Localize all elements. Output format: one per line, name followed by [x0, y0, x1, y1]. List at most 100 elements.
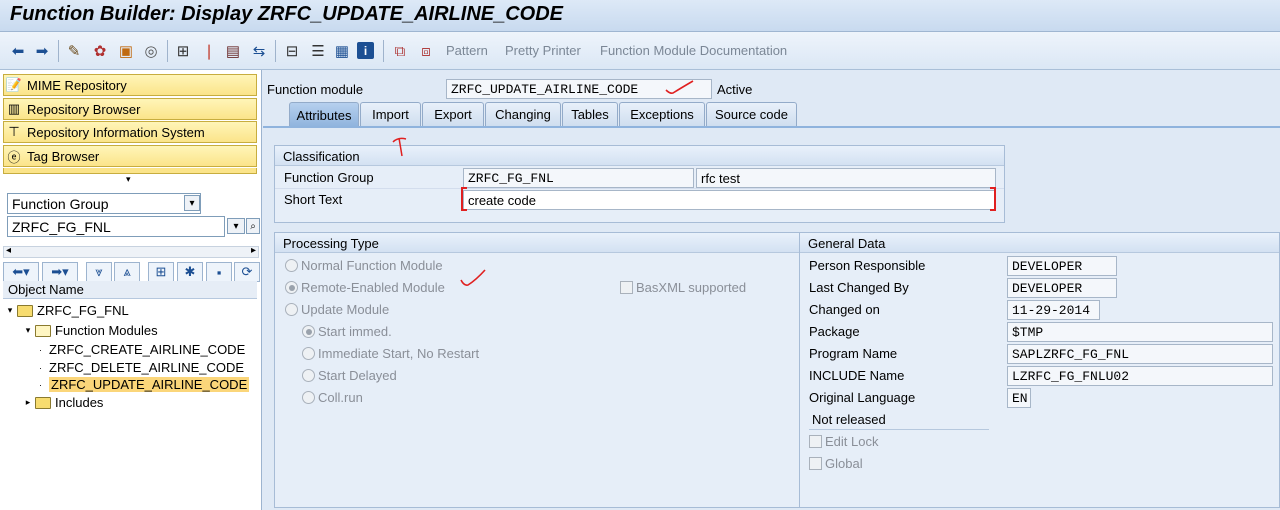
list-icon[interactable]: ▦ [332, 41, 352, 61]
display-icon[interactable]: ⌕ [246, 218, 260, 234]
stack-icon[interactable]: ☰ [308, 41, 328, 61]
display-change-icon[interactable]: ✎ [64, 41, 84, 61]
changed-on-label: Changed on [809, 302, 880, 317]
last-changed-by-label: Last Changed By [809, 280, 909, 295]
info-system-icon: ⊤ [8, 124, 20, 139]
general-data-title: General Data [800, 233, 1279, 253]
main-area: Function module ZRFC_UPDATE_AIRLINE_CODE… [263, 70, 1280, 510]
repository-browser-icon: ▥ [7, 101, 21, 116]
pretty-printer-button[interactable]: Pretty Printer [505, 43, 581, 58]
collapse-icon[interactable]: ⩓ [114, 262, 140, 282]
other-object-icon[interactable]: ◎ [141, 41, 161, 61]
folder-icon [17, 304, 33, 317]
processing-type-group: Processing Type Normal Function Module R… [274, 232, 800, 508]
chevron-right-icon[interactable]: ▸ [21, 397, 35, 408]
release-status-text: Not released [812, 412, 886, 427]
function-group-label: Function Group [284, 170, 374, 185]
navigate-icon[interactable]: ❘ [199, 41, 219, 61]
chevron-down-icon[interactable]: ▾ [3, 305, 17, 316]
tab-source-code[interactable]: Source code [706, 102, 797, 126]
dropdown-icon[interactable]: ▾ [227, 218, 245, 234]
last-changed-by-field: DEVELOPER [1007, 278, 1117, 298]
tab-exceptions[interactable]: Exceptions [619, 102, 705, 126]
radio-remote-enabled-module[interactable]: Remote-Enabled Module [285, 280, 445, 295]
nav-repository-info-system[interactable]: ⊤ Repository Information System [3, 121, 257, 143]
radio-immediate-start-no-restart[interactable]: Immediate Start, No Restart [302, 346, 479, 361]
list-item[interactable]: · ZRFC_UPDATE_AIRLINE_CODE [3, 375, 257, 394]
package-label: Package [809, 324, 860, 339]
include-name-field: LZRFC_FG_FNLU02 [1007, 366, 1273, 386]
chevron-down-icon[interactable]: ▾ [21, 325, 35, 336]
tree-includes[interactable]: ▸ Includes [3, 393, 257, 412]
settings-icon[interactable]: ▪ [206, 262, 232, 282]
tree-structure-icon[interactable]: ⊞ [148, 262, 174, 282]
function-group-text-field: rfc test [696, 168, 996, 188]
radio-normal-function-module[interactable]: Normal Function Module [285, 258, 443, 273]
refresh-icon[interactable]: ⟳ [234, 262, 260, 282]
tab-attributes[interactable]: Attributes [289, 102, 359, 127]
object-name-header: Object Name [3, 281, 257, 299]
package-field: $TMP [1007, 322, 1273, 342]
program-name-field: SAPLZRFC_FG_FNL [1007, 344, 1273, 364]
tab-import[interactable]: Import [360, 102, 421, 126]
mime-icon: 📝 [5, 77, 23, 92]
tree-function-modules[interactable]: ▾ Function Modules [3, 321, 257, 340]
collapse-arrow-icon[interactable]: ▾ [126, 174, 131, 185]
tree-root[interactable]: ▾ ZRFC_FG_FNL [3, 301, 257, 320]
tree-forward-icon[interactable]: ➡▾ [42, 262, 78, 282]
tab-export[interactable]: Export [422, 102, 484, 126]
radio-coll-run[interactable]: Coll.run [302, 390, 363, 405]
delete-icon[interactable]: ⧈ [416, 41, 436, 61]
processing-type-title: Processing Type [275, 233, 799, 253]
object-type-select[interactable]: Function Group [7, 193, 201, 214]
program-name-label: Program Name [809, 346, 898, 361]
test-icon[interactable]: ⧉ [390, 41, 410, 61]
object-navigator-pane: 📝 MIME Repository ▥ Repository Browser ⊤… [0, 70, 262, 510]
display-object-list-icon[interactable]: ▤ [223, 41, 243, 61]
short-text-label: Short Text [284, 192, 343, 207]
activate-icon[interactable]: ✿ [90, 41, 110, 61]
nav-repository-browser[interactable]: ▥ Repository Browser [3, 98, 257, 120]
check-icon[interactable]: ▣ [116, 41, 136, 61]
function-module-field[interactable]: ZRFC_UPDATE_AIRLINE_CODE [446, 79, 712, 99]
object-name-input[interactable]: ZRFC_FG_FNL [7, 216, 225, 237]
tab-tables[interactable]: Tables [562, 102, 618, 126]
function-group-field[interactable]: ZRFC_FG_FNL [463, 168, 694, 188]
pattern-button[interactable]: Pattern [446, 43, 488, 58]
include-name-label: INCLUDE Name [809, 368, 905, 383]
general-data-group: General Data Person Responsible DEVELOPE… [799, 232, 1280, 508]
short-text-input[interactable]: create code [463, 190, 996, 210]
checkbox-basxml-supported[interactable]: BasXML supported [620, 280, 746, 295]
title-bar: Function Builder: Display ZRFC_UPDATE_AI… [0, 0, 1280, 32]
horizontal-scrollbar[interactable]: ◂ ▸ [3, 245, 259, 258]
enhance-icon[interactable]: ⊟ [282, 41, 302, 61]
back-arrow-icon[interactable]: ⬅ [8, 41, 28, 61]
chevron-down-icon[interactable]: ▾ [184, 195, 200, 211]
checkbox-edit-lock[interactable]: Edit Lock [809, 434, 878, 449]
changed-on-field: 11-29-2014 [1007, 300, 1100, 320]
radio-update-module[interactable]: Update Module [285, 302, 389, 317]
checkbox-global[interactable]: Global [809, 456, 863, 471]
hierarchy-icon[interactable]: ⇆ [249, 41, 269, 61]
list-item[interactable]: · ZRFC_CREATE_AIRLINE_CODE [3, 340, 257, 359]
radio-start-immed[interactable]: Start immed. [302, 324, 392, 339]
tree-back-icon[interactable]: ⬅▾ [3, 262, 39, 282]
nav-mime-repository[interactable]: 📝 MIME Repository [3, 74, 257, 96]
person-responsible-field: DEVELOPER [1007, 256, 1117, 276]
radio-start-delayed[interactable]: Start Delayed [302, 368, 397, 383]
function-module-label: Function module [267, 82, 364, 97]
nav-tag-browser[interactable]: ⓔ Tag Browser [3, 145, 257, 167]
documentation-button[interactable]: Function Module Documentation [600, 43, 787, 58]
expand-icon[interactable]: ⩔ [86, 262, 112, 282]
tab-changing[interactable]: Changing [485, 102, 561, 126]
classification-title: Classification [275, 146, 1004, 166]
classification-group: Classification Function Group ZRFC_FG_FN… [274, 145, 1005, 223]
snowflake-icon[interactable]: ✱ [177, 262, 203, 282]
open-folder-icon [35, 324, 51, 337]
forward-arrow-icon[interactable]: ➡ [32, 41, 52, 61]
application-toolbar: ⬅ ➡ ✎ ✿ ▣ ◎ ⊞ ❘ ▤ ⇆ ⊟ ☰ ▦ i ⧉ ⧈ Pattern … [0, 32, 1280, 70]
folder-icon [35, 396, 51, 409]
info-icon[interactable]: i [357, 42, 374, 59]
person-responsible-label: Person Responsible [809, 258, 926, 273]
where-used-icon[interactable]: ⊞ [173, 41, 193, 61]
